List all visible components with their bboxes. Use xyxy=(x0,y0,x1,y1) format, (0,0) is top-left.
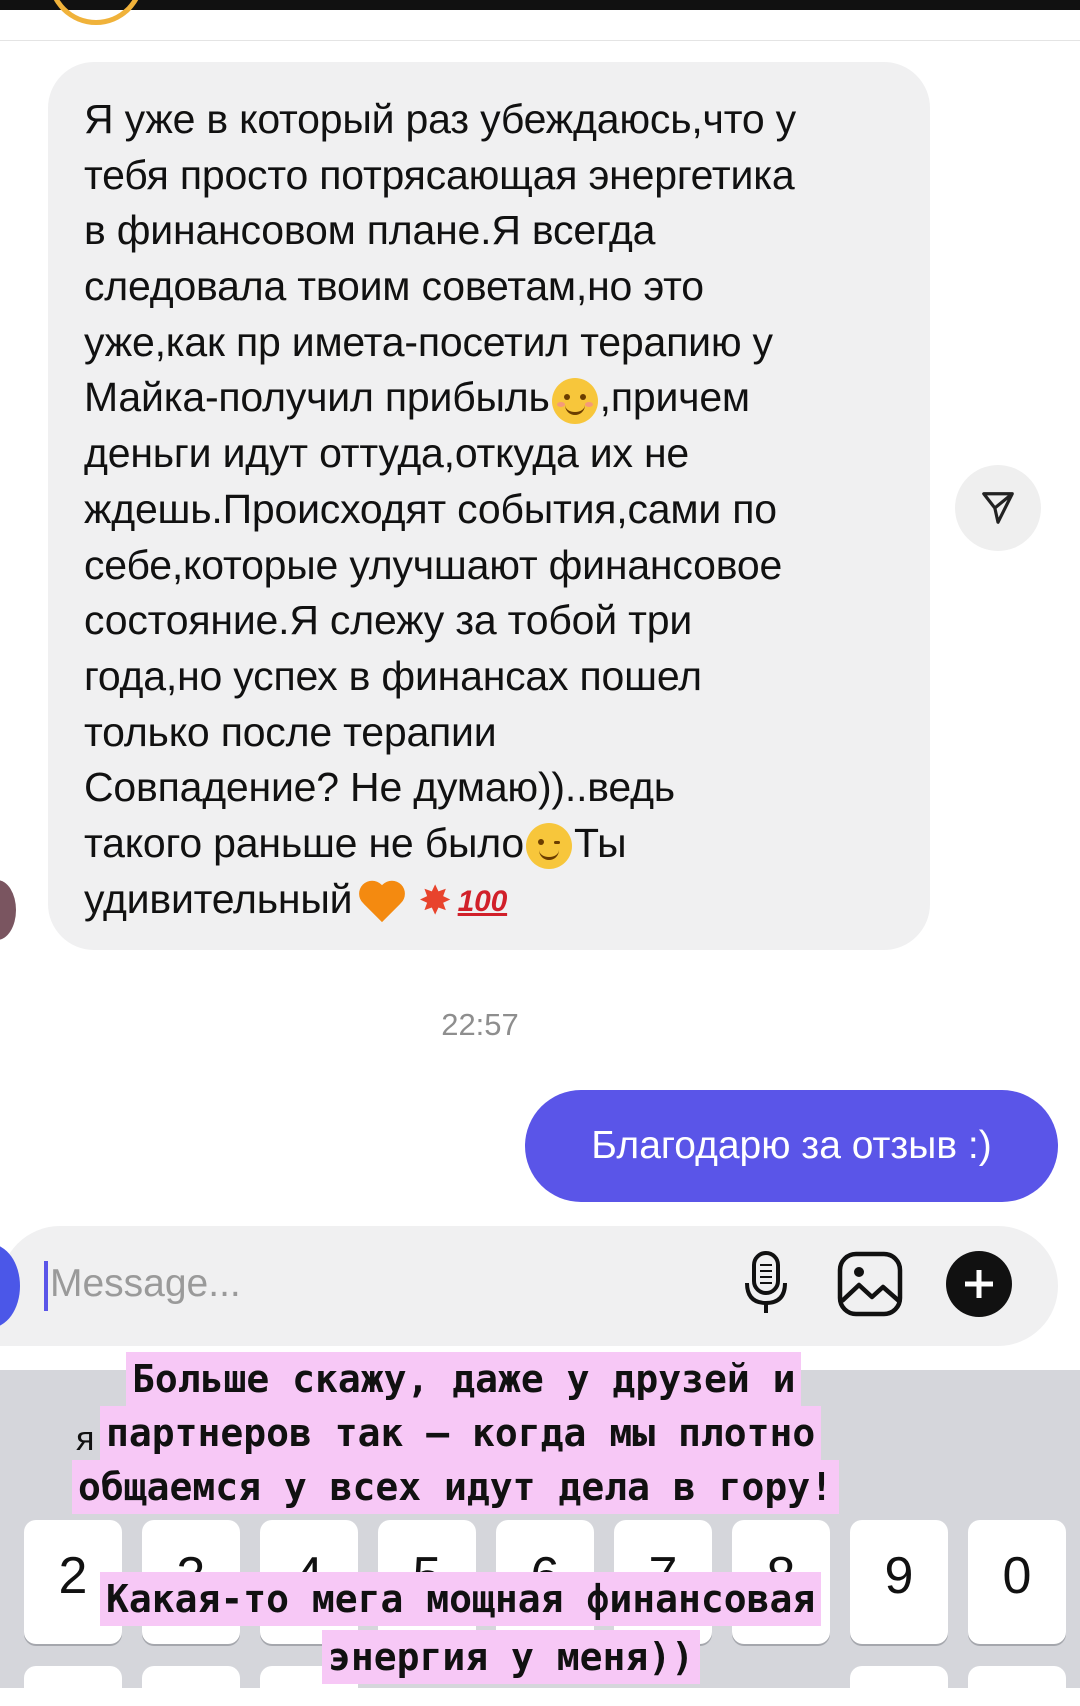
message-line: года,но успех в финансах пошел xyxy=(84,652,702,699)
message-line: такого раньше не было Ты xyxy=(84,816,900,872)
key[interactable] xyxy=(142,1666,240,1706)
message-timestamp: 22:57 xyxy=(441,1007,519,1042)
message-line: деньги идут оттуда,откуда их не xyxy=(84,430,690,477)
message-line: Я уже в который раз убеждаюсь,что у xyxy=(84,96,796,142)
story-caption-line: Больше скажу, даже у друзей и xyxy=(126,1352,802,1406)
message-line: Майка-получил прибыль ,причем xyxy=(84,370,900,426)
key[interactable] xyxy=(968,1666,1066,1706)
text-caret xyxy=(44,1261,48,1311)
message-text: ,причем xyxy=(599,374,750,421)
message-line: себе,которые улучшают финансовое xyxy=(84,541,783,588)
microphone-icon xyxy=(745,1251,787,1313)
gallery-icon xyxy=(837,1251,903,1317)
story-caption-line: партнеров так — когда мы плотно xyxy=(100,1406,822,1460)
key[interactable]: 9 xyxy=(850,1520,948,1644)
message-text: Ты xyxy=(574,819,627,866)
key[interactable]: 0 xyxy=(968,1520,1066,1644)
message-text: удивительный xyxy=(84,875,353,922)
story-caption-line: общаемся у всех идут дела в гору! xyxy=(72,1460,839,1514)
incoming-message-bubble[interactable]: Я уже в который раз убеждаюсь,что у тебя… xyxy=(48,62,930,950)
add-button[interactable] xyxy=(943,1248,1015,1320)
message-line: ждешь.Происходят события,сами по xyxy=(84,485,777,532)
story-caption-line: Какая-то мега мощная финансовая xyxy=(100,1572,822,1626)
outgoing-message-bubble[interactable]: Благодарю за отзыв :) xyxy=(525,1090,1058,1202)
message-line: следовала твоим советам,но это xyxy=(84,263,704,310)
winking-face-emoji-icon xyxy=(526,823,573,870)
microphone-button[interactable] xyxy=(730,1248,802,1320)
message-input[interactable]: Message... xyxy=(50,1262,241,1306)
keyboard-suggestion-fragment: я xyxy=(76,1420,95,1458)
key[interactable] xyxy=(24,1666,122,1706)
plus-icon xyxy=(946,1251,1012,1317)
key[interactable] xyxy=(850,1666,948,1706)
header-divider xyxy=(0,40,1080,41)
sender-avatar[interactable] xyxy=(0,880,16,940)
message-text: Майка-получил прибыль xyxy=(84,374,550,421)
message-line: уже,как пр имета-посетил терапию у xyxy=(84,318,773,365)
hundred-points-emoji-icon: 100 xyxy=(457,885,508,919)
story-ring-avatar[interactable] xyxy=(48,0,144,25)
share-icon xyxy=(982,492,1014,524)
message-line: состояние.Я слежу за тобой три xyxy=(84,597,693,644)
collision-emoji-icon: ✸ xyxy=(418,879,452,924)
message-text: такого раньше не было xyxy=(84,819,525,866)
message-line: тебя просто потрясающая энергетика xyxy=(84,151,795,198)
message-line: только после терапии xyxy=(84,708,497,755)
story-caption-line: энергия у меня)) xyxy=(322,1630,701,1684)
status-bar-strip xyxy=(0,0,1080,10)
orange-heart-emoji-icon xyxy=(356,878,408,926)
message-line: Совпадение? Не думаю))..ведь xyxy=(84,764,675,811)
message-line: удивительный ✸ 100 xyxy=(84,872,900,928)
share-button[interactable] xyxy=(955,465,1041,551)
gallery-button[interactable] xyxy=(834,1248,906,1320)
message-line: в финансовом плане.Я всегда xyxy=(84,207,656,254)
smiling-face-emoji-icon xyxy=(551,377,598,424)
